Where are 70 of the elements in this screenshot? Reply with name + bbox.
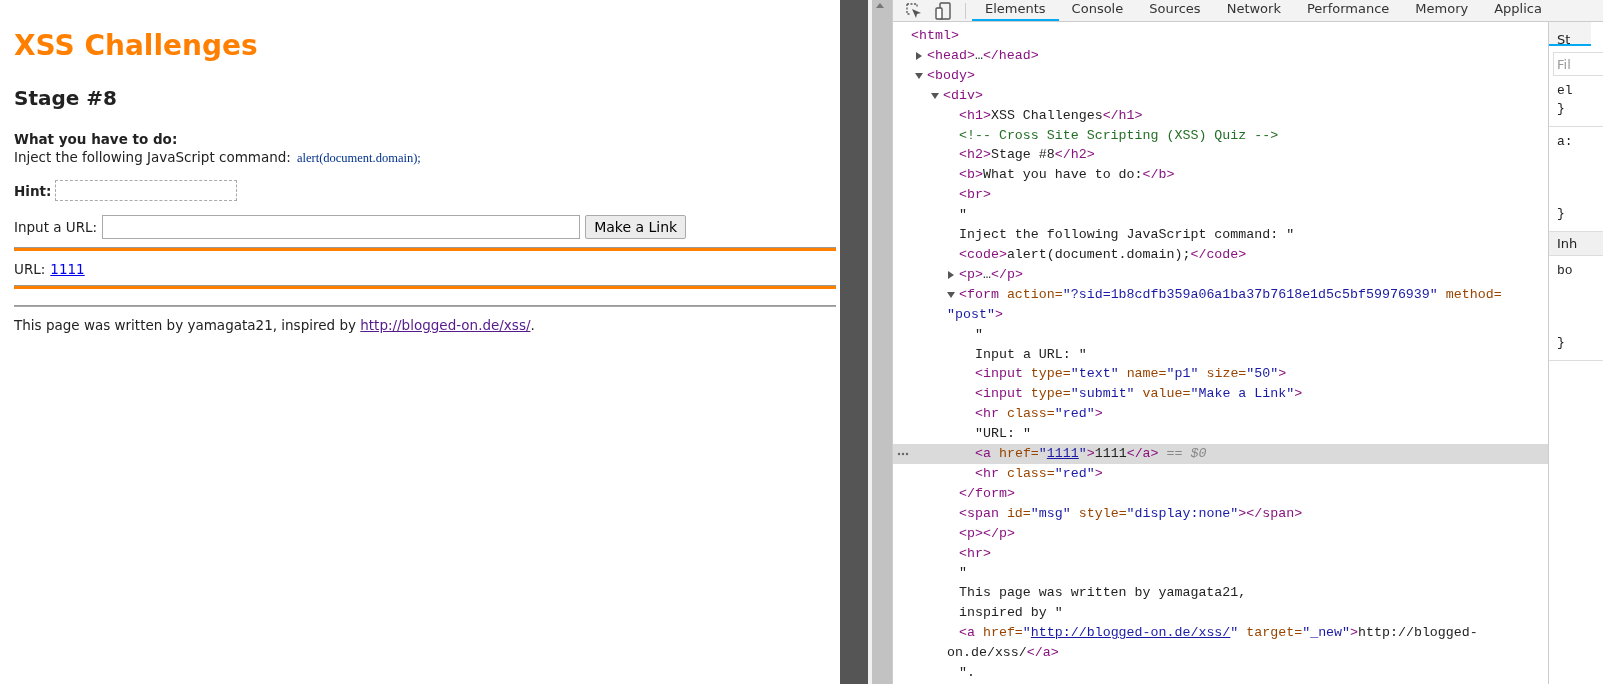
dom-node[interactable]: <hr class="red">	[963, 463, 1548, 484]
dom-node[interactable]: inspired by "	[947, 603, 1548, 624]
dom-node[interactable]: Input a URL: "	[963, 344, 1548, 365]
dom-node[interactable]: <code>alert(document.domain);</code>	[947, 244, 1548, 265]
style-rule-text: }	[1557, 334, 1566, 352]
hint-label: Hint:	[14, 182, 52, 199]
style-rule-text: }	[1557, 205, 1566, 223]
devtools-tab[interactable]: Performance	[1293, 0, 1403, 21]
scroll-up-icon[interactable]	[876, 3, 884, 8]
inherited-header: Inh	[1549, 232, 1603, 256]
task-code: alert(document.domain);	[296, 150, 421, 167]
devtools-tab[interactable]: Sources	[1136, 0, 1214, 21]
stage-heading: Stage #8	[14, 86, 118, 110]
devtools-tab[interactable]: Memory	[1402, 0, 1482, 21]
dom-node[interactable]: <a href="http://blogged-on.de/xss/" target="_new">http://blogged-on.de/xss/</a>	[947, 623, 1548, 663]
style-rule-text: }	[1557, 100, 1566, 118]
footer-link[interactable]: http://blogged-on.de/xss/	[360, 317, 531, 333]
link[interactable]: http://blogged-on.de/xss/	[1030, 625, 1231, 641]
dom-node[interactable]: <input type="submit" value="Make a Link">	[963, 384, 1548, 405]
style-rule-text: bo	[1557, 262, 1574, 280]
scrollbar[interactable]	[868, 0, 892, 684]
devtools-tab[interactable]: Console	[1058, 0, 1137, 21]
dom-node[interactable]: <!-- Cross Site Scripting (XSS) Quiz -->	[947, 125, 1548, 146]
dom-node[interactable]: <input type="text" name="p1" size="50">	[963, 364, 1548, 385]
task-label: What you have to do:	[14, 130, 178, 148]
url-label: Input a URL:	[14, 219, 98, 235]
footer-text: This page was written by yamagata21, inspired by http://blogged-on.de/xss/.	[14, 317, 536, 333]
dom-node[interactable]: <br>	[947, 185, 1548, 206]
make-link-button[interactable]: Make a Link	[585, 215, 687, 239]
dom-node[interactable]: </form>	[947, 483, 1548, 504]
dom-node[interactable]: "	[947, 205, 1548, 226]
devtools-tab[interactable]: Network	[1213, 0, 1294, 21]
dom-node[interactable]: <p></p>	[947, 523, 1548, 544]
devtools-tab[interactable]: Applica	[1481, 0, 1555, 21]
dom-node[interactable]: <html>	[899, 26, 1548, 46]
dom-node[interactable]: ".	[947, 663, 1548, 683]
dom-node[interactable]: Inject the following JavaScript command: "	[947, 225, 1548, 245]
devtools-tab[interactable]: Elements	[972, 0, 1059, 21]
task-text: Inject the following JavaScript command:	[14, 148, 291, 166]
more-icon[interactable]	[897, 452, 909, 457]
dom-node[interactable]: <h2>Stage #8</h2>	[947, 145, 1548, 166]
dom-node[interactable]: <span id="msg" style="display:none"></span>	[947, 503, 1548, 524]
result-link[interactable]: 1111	[50, 261, 85, 277]
expanded-arrow-icon[interactable]	[947, 290, 955, 299]
dom-node[interactable]: This page was written by yamagata21,	[947, 583, 1548, 604]
style-rule-text: a:	[1557, 133, 1574, 151]
url-input[interactable]	[102, 215, 581, 239]
style-rule-text: el	[1557, 82, 1574, 100]
page-title: XSS Challenges	[14, 30, 259, 62]
dom-node[interactable]: "URL: "	[963, 424, 1548, 445]
collapsed-arrow-icon[interactable]	[947, 270, 955, 279]
dom-node[interactable]: <head>…</head>	[915, 45, 1548, 66]
device-icon[interactable]	[935, 1, 951, 20]
inspect-icon[interactable]	[905, 1, 923, 20]
dom-node[interactable]: <div>	[931, 85, 1548, 106]
dom-node[interactable]: <h1>XSS Challenges</h1>	[947, 105, 1548, 126]
dom-node[interactable]: <p>…</p>	[947, 264, 1548, 285]
collapsed-arrow-icon[interactable]	[915, 51, 923, 60]
dom-node[interactable]: <b>What you have to do:</b>	[947, 165, 1548, 186]
dom-node[interactable]: <hr>	[947, 543, 1548, 564]
styles-tab[interactable]: St	[1549, 22, 1591, 46]
expanded-arrow-icon[interactable]	[931, 91, 939, 100]
dom-node[interactable]: <form action="?sid=1b8cdfb359a06a1ba37b7618e1d5c5bf59976939" method= "post">	[947, 284, 1548, 325]
result-label: URL:	[14, 261, 46, 277]
dom-node[interactable]: <body>	[915, 65, 1548, 86]
dom-node[interactable]: "	[963, 324, 1548, 345]
dom-node[interactable]: <hr class="red">	[963, 404, 1548, 425]
dom-node[interactable]: "	[947, 563, 1548, 584]
expanded-arrow-icon[interactable]	[915, 71, 923, 80]
link[interactable]: 1111	[1046, 446, 1079, 462]
